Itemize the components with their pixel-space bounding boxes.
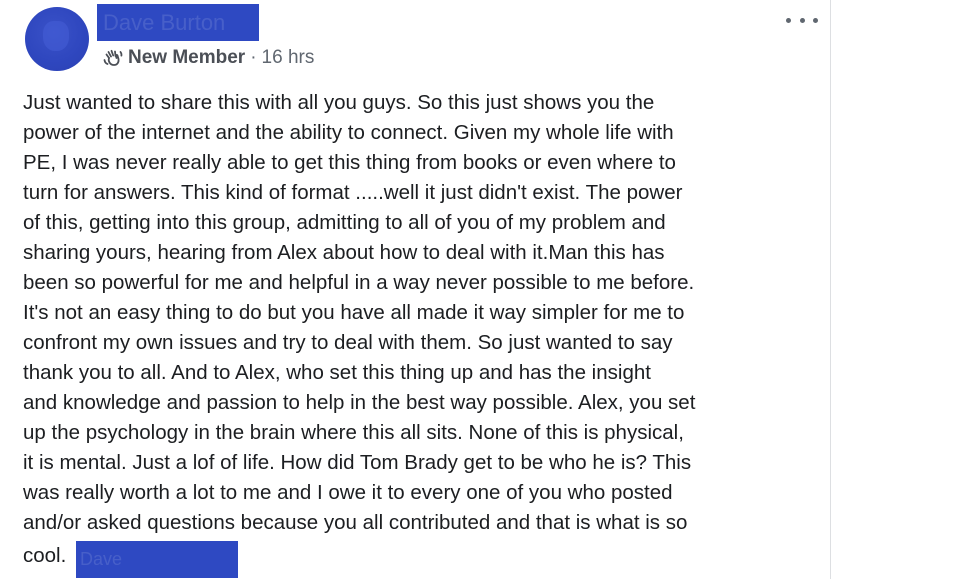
more-dot: [813, 17, 818, 23]
post-body-line: up the psychology in the brain where thi…: [23, 421, 684, 444]
post-body-final-word: cool.: [23, 543, 67, 567]
post-body: Just wanted to share this with all you g…: [23, 88, 823, 578]
post-body-line: of this, getting into this group, admitt…: [23, 211, 666, 234]
post-body-line: been so powerful for me and helpful in a…: [23, 271, 695, 294]
post-body-line: it is mental. Just a lof of life. How di…: [23, 451, 692, 474]
post-body-line: thank you to all. And to Alex, who set t…: [23, 361, 651, 384]
signature-name: Dave: [80, 549, 123, 569]
signature-redacted: Dave: [76, 541, 239, 578]
post-meta: New Member · 16 hrs: [103, 45, 314, 71]
author-name: Dave Burton: [103, 10, 226, 35]
post-body-line: sharing yours, hearing from Alex about h…: [23, 241, 665, 264]
post-body-line: and/or asked questions because you all c…: [23, 511, 688, 534]
post-timestamp[interactable]: 16 hrs: [262, 47, 315, 69]
author-avatar[interactable]: [25, 7, 89, 71]
post-body-line: and knowledge and passion to help in the…: [23, 391, 696, 414]
waving-hand-icon: [103, 48, 123, 68]
more-dot: [799, 17, 805, 23]
member-badge-label[interactable]: New Member: [128, 47, 245, 69]
more-options-icon[interactable]: [786, 11, 818, 29]
post-card: Dave Burton New Member · 16 hrs Just wan…: [0, 0, 831, 579]
post-body-line: confront my own issues and try to deal w…: [23, 331, 673, 354]
post-body-line: turn for answers. This kind of format ..…: [23, 181, 683, 204]
post-body-line: It's not an easy thing to do but you hav…: [23, 301, 685, 324]
meta-separator: ·: [250, 47, 257, 68]
post-body-last-line: cool. Dave: [23, 538, 823, 578]
post-body-line: power of the internet and the ability to…: [23, 121, 674, 144]
post-body-line: was really worth a lot to me and I owe i…: [23, 481, 673, 504]
page-background: [831, 0, 976, 579]
author-name-redacted[interactable]: Dave Burton: [97, 4, 259, 41]
post-body-line: PE, I was never really able to get this …: [23, 151, 676, 174]
post-body-line: Just wanted to share this with all you g…: [23, 91, 655, 114]
avatar-silhouette: [43, 21, 69, 51]
more-dot: [786, 17, 791, 23]
